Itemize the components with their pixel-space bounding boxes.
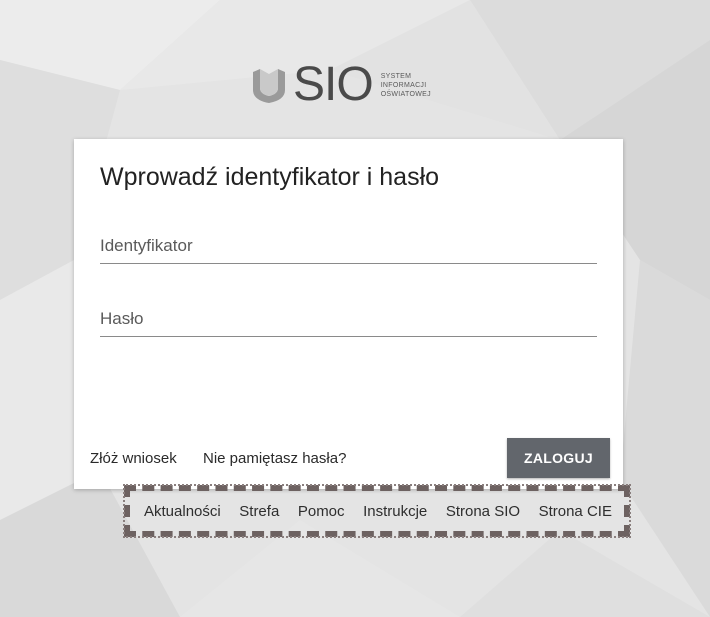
logo-subtitle-line: INFORMACJI bbox=[380, 81, 427, 89]
password-input[interactable] bbox=[100, 302, 597, 337]
footer-link-strona-sio[interactable]: Strona SIO bbox=[446, 503, 520, 520]
logo-name: SIO bbox=[293, 58, 374, 111]
book-shield-icon bbox=[253, 69, 285, 103]
footer-link-strona-cie[interactable]: Strona CIE bbox=[539, 503, 612, 520]
apply-link[interactable]: Złóż wniosek bbox=[90, 450, 177, 467]
sio-logo: SIO SYSTEM INFORMACJI OŚWIATOWEJ bbox=[251, 58, 431, 111]
logo-subtitle-line: SYSTEM bbox=[380, 72, 412, 80]
footer-link-pomoc[interactable]: Pomoc bbox=[298, 503, 345, 520]
footer-link-strefa[interactable]: Strefa bbox=[239, 503, 279, 520]
identifier-input[interactable] bbox=[100, 229, 597, 264]
forgot-password-link[interactable]: Nie pamiętasz hasła? bbox=[203, 450, 346, 467]
logo-subtitle-line: OŚWIATOWEJ bbox=[380, 90, 431, 98]
footer-link-aktualnosci[interactable]: Aktualności bbox=[144, 503, 221, 520]
footer-nav: Aktualności Strefa Pomoc Instrukcje Stro… bbox=[123, 484, 631, 538]
footer-link-instrukcje[interactable]: Instrukcje bbox=[363, 503, 427, 520]
login-title: Wprowadź identyfikator i hasło bbox=[100, 163, 440, 191]
logo-subtitle: SYSTEM INFORMACJI OŚWIATOWEJ bbox=[381, 72, 431, 99]
login-button[interactable]: ZALOGUJ bbox=[507, 438, 610, 478]
login-card: Wprowadź identyfikator i hasło Złóż wnio… bbox=[74, 139, 623, 489]
